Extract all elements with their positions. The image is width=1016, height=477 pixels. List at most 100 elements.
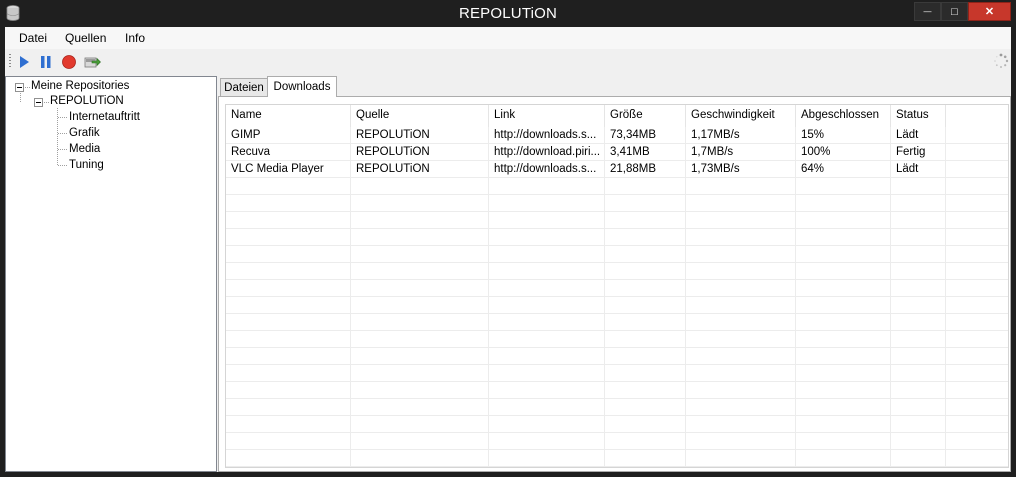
table-cell	[891, 229, 946, 246]
table-body: GIMP REPOLUTiON http://downloads.s... 73,34…	[226, 127, 1008, 467]
table-row	[226, 263, 1008, 280]
table-cell	[351, 331, 489, 348]
table-cell	[796, 450, 891, 467]
table-cell	[605, 263, 686, 280]
table-cell	[796, 348, 891, 365]
table-cell	[796, 195, 891, 212]
table-cell	[351, 246, 489, 263]
table-cell: http://downloads.s...	[489, 161, 605, 178]
tree-expander-repo[interactable]	[34, 98, 43, 107]
tree-node-internetauftritt[interactable]: Internetauftritt	[69, 111, 140, 123]
table-cell	[946, 416, 1008, 433]
table-row[interactable]: Recuva REPOLUTiON http://download.piri... 3…	[226, 144, 1008, 161]
tab-downloads[interactable]: Downloads	[267, 76, 337, 97]
export-icon[interactable]	[83, 53, 101, 71]
table-row[interactable]: VLC Media Player REPOLUTiON http://downloa…	[226, 161, 1008, 178]
table-cell	[489, 433, 605, 450]
table-cell	[226, 382, 351, 399]
table-cell	[489, 399, 605, 416]
table-cell	[489, 229, 605, 246]
table-row	[226, 348, 1008, 365]
table-cell	[489, 331, 605, 348]
table-cell	[946, 178, 1008, 195]
table-cell	[796, 416, 891, 433]
column-link[interactable]: Link	[489, 105, 605, 127]
table-cell	[226, 433, 351, 450]
table-cell	[351, 314, 489, 331]
column-abgeschlossen[interactable]: Abgeschlossen	[796, 105, 891, 127]
table-cell: 100%	[796, 144, 891, 161]
tree-node-repo[interactable]: REPOLUTiON	[50, 95, 124, 107]
table-cell	[796, 280, 891, 297]
table-cell	[891, 212, 946, 229]
table-cell	[489, 263, 605, 280]
table-cell: VLC Media Player	[226, 161, 351, 178]
main-window: Datei Quellen Info Meine Repositories RE…	[5, 27, 1011, 472]
table-cell	[686, 314, 796, 331]
column-status[interactable]: Status	[891, 105, 946, 127]
table-cell	[891, 297, 946, 314]
table-cell: REPOLUTiON	[351, 161, 489, 178]
table-cell	[686, 331, 796, 348]
column-geschwindigkeit[interactable]: Geschwindigkeit	[686, 105, 796, 127]
table-cell	[686, 433, 796, 450]
menu-info[interactable]: Info	[125, 31, 145, 45]
column-quelle[interactable]: Quelle	[351, 105, 489, 127]
table-cell	[686, 195, 796, 212]
table-cell	[686, 399, 796, 416]
tree-node-root[interactable]: Meine Repositories	[31, 80, 129, 92]
table-cell	[796, 382, 891, 399]
table-cell	[226, 314, 351, 331]
column-name[interactable]: Name	[226, 105, 351, 127]
maximize-button[interactable]: □	[941, 2, 968, 21]
table-cell	[351, 399, 489, 416]
table-cell	[226, 450, 351, 467]
minimize-button[interactable]: —	[914, 2, 941, 21]
tree-node-tuning[interactable]: Tuning	[69, 159, 104, 171]
table-cell: Lädt	[891, 127, 946, 144]
table-cell	[946, 280, 1008, 297]
table-cell	[605, 416, 686, 433]
table-cell	[946, 127, 1008, 144]
table-cell	[226, 297, 351, 314]
play-icon[interactable]	[15, 53, 33, 71]
table-cell	[605, 297, 686, 314]
downloads-table[interactable]: Name Quelle Link Größe Geschwindigkeit A…	[225, 104, 1009, 468]
table-row	[226, 382, 1008, 399]
close-icon: ✕	[984, 6, 995, 18]
table-row[interactable]: GIMP REPOLUTiON http://downloads.s... 73,34…	[226, 127, 1008, 144]
table-cell	[796, 314, 891, 331]
tree-node-grafik[interactable]: Grafik	[69, 127, 100, 139]
table-cell	[796, 297, 891, 314]
table-row	[226, 433, 1008, 450]
repository-tree[interactable]: Meine Repositories REPOLUTiON Internetau…	[5, 76, 217, 472]
table-cell: 64%	[796, 161, 891, 178]
table-cell: 3,41MB	[605, 144, 686, 161]
tree-line	[58, 133, 68, 134]
table-row	[226, 212, 1008, 229]
table-cell	[946, 314, 1008, 331]
tree-line	[20, 93, 21, 102]
stop-icon[interactable]	[60, 53, 78, 71]
table-cell	[226, 246, 351, 263]
table-cell	[489, 212, 605, 229]
table-cell	[226, 212, 351, 229]
pause-icon[interactable]	[37, 53, 55, 71]
column-groesse[interactable]: Größe	[605, 105, 686, 127]
tab-dateien[interactable]: Dateien	[220, 78, 268, 96]
tree-expander-root[interactable]	[15, 83, 24, 92]
title-bar: REPOLUTiON — □ ✕	[0, 0, 1016, 27]
table-cell	[351, 297, 489, 314]
table-cell: Recuva	[226, 144, 351, 161]
tree-node-media[interactable]: Media	[69, 143, 100, 155]
minimize-icon: —	[923, 7, 932, 16]
toolbar-grip[interactable]	[9, 54, 11, 69]
menu-datei[interactable]: Datei	[19, 31, 47, 45]
menu-quellen[interactable]: Quellen	[65, 31, 106, 45]
table-cell	[686, 297, 796, 314]
table-cell	[226, 178, 351, 195]
table-cell	[605, 178, 686, 195]
close-button[interactable]: ✕	[968, 2, 1011, 21]
table-cell	[796, 331, 891, 348]
table-cell	[489, 195, 605, 212]
